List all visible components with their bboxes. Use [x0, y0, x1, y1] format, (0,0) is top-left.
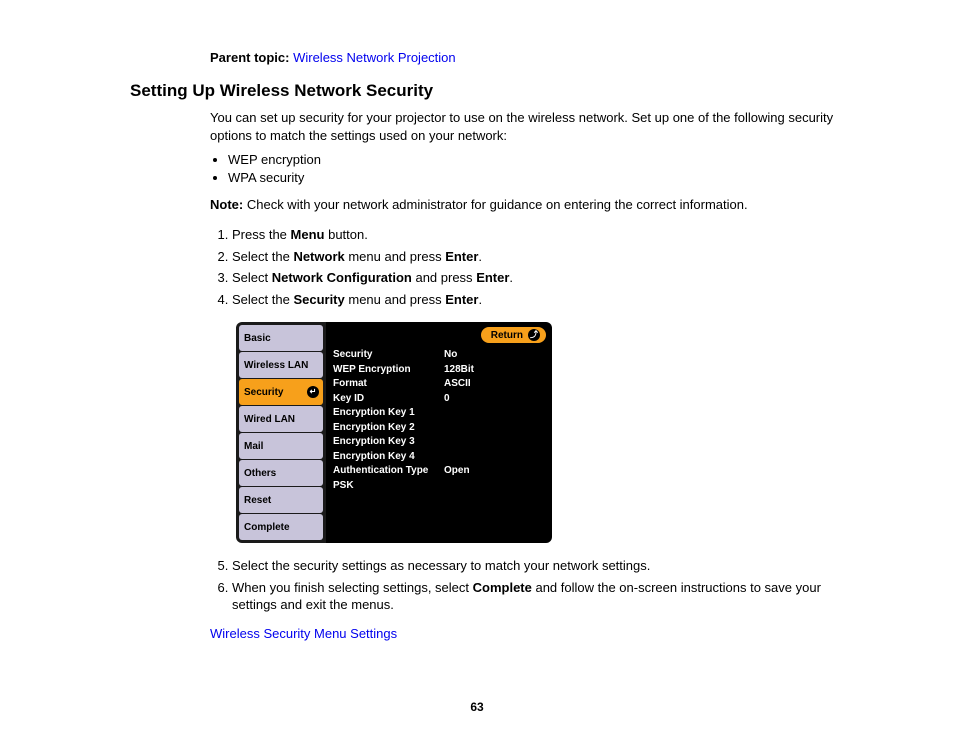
- list-item: WPA security: [228, 170, 844, 185]
- step-item: Select the Security menu and press Enter…: [232, 291, 844, 309]
- menu-row[interactable]: Authentication TypeOpen: [331, 464, 547, 479]
- note-label: Note:: [210, 197, 243, 212]
- steps-list-a: Press the Menu button. Select the Networ…: [210, 226, 844, 308]
- menu-row[interactable]: Key ID0: [331, 392, 547, 407]
- step-item: Press the Menu button.: [232, 226, 844, 244]
- note-text: Check with your network administrator fo…: [247, 197, 748, 212]
- menu-row[interactable]: Encryption Key 4: [331, 450, 547, 465]
- parent-topic: Parent topic: Wireless Network Projectio…: [210, 50, 844, 65]
- page-title: Setting Up Wireless Network Security: [130, 81, 844, 101]
- tab-others[interactable]: Others: [239, 460, 323, 486]
- tab-wired-lan[interactable]: Wired LAN: [239, 406, 323, 432]
- menu-row[interactable]: Encryption Key 2: [331, 421, 547, 436]
- tab-reset[interactable]: Reset: [239, 487, 323, 513]
- step-item: Select the Network menu and press Enter.: [232, 248, 844, 266]
- related-link[interactable]: Wireless Security Menu Settings: [210, 626, 397, 641]
- menu-row[interactable]: SecurityNo: [331, 348, 547, 363]
- menu-screenshot: Basic Wireless LAN Security Wired LAN Ma…: [236, 322, 552, 543]
- menu-tabs: Basic Wireless LAN Security Wired LAN Ma…: [236, 322, 326, 543]
- menu-row[interactable]: Encryption Key 3: [331, 435, 547, 450]
- steps-list-b: Select the security settings as necessar…: [210, 557, 844, 614]
- tab-wireless-lan[interactable]: Wireless LAN: [239, 352, 323, 378]
- tab-mail[interactable]: Mail: [239, 433, 323, 459]
- intro-text: You can set up security for your project…: [210, 109, 844, 144]
- page-number: 63: [0, 700, 954, 714]
- list-item: WEP encryption: [228, 152, 844, 167]
- return-button[interactable]: Return: [481, 327, 546, 343]
- menu-row[interactable]: PSK: [331, 479, 547, 494]
- parent-topic-label: Parent topic:: [210, 50, 289, 65]
- step-item: When you finish selecting settings, sele…: [232, 579, 844, 614]
- menu-row[interactable]: FormatASCII: [331, 377, 547, 392]
- return-icon: [528, 329, 540, 341]
- menu-row[interactable]: WEP Encryption128Bit: [331, 363, 547, 378]
- step-item: Select the security settings as necessar…: [232, 557, 844, 575]
- menu-row[interactable]: Encryption Key 1: [331, 406, 547, 421]
- note: Note: Check with your network administra…: [210, 197, 844, 212]
- step-item: Select Network Configuration and press E…: [232, 269, 844, 287]
- tab-complete[interactable]: Complete: [239, 514, 323, 540]
- menu-panel: Return SecurityNo WEP Encryption128Bit F…: [326, 322, 552, 543]
- enter-icon: [307, 386, 319, 398]
- options-list: WEP encryption WPA security: [210, 152, 844, 185]
- tab-basic[interactable]: Basic: [239, 325, 323, 351]
- parent-topic-link[interactable]: Wireless Network Projection: [293, 50, 456, 65]
- tab-security[interactable]: Security: [239, 379, 323, 405]
